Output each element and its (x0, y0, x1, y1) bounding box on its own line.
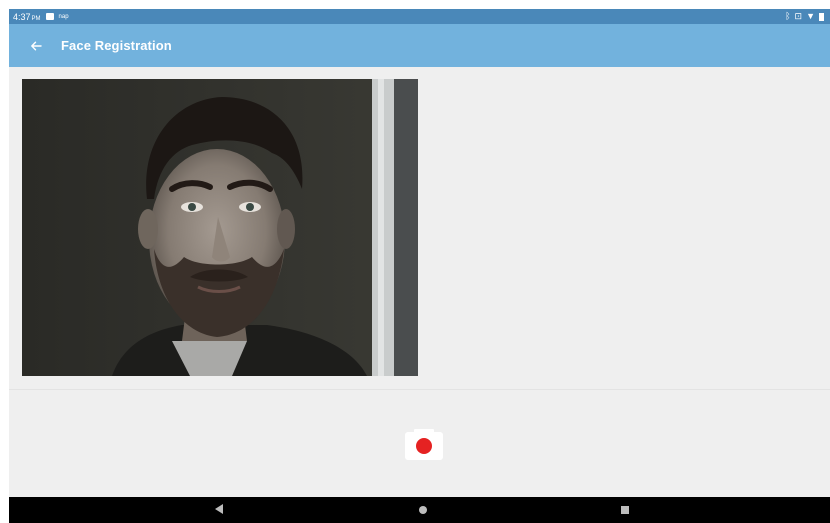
status-time: 4:37PM (13, 12, 41, 22)
camera-record-icon (405, 429, 443, 460)
bottom-controls (9, 389, 830, 497)
camera-preview (22, 79, 418, 376)
app-bar: Face Registration (9, 24, 830, 67)
page-title: Face Registration (61, 38, 172, 53)
status-time-value: 4:37 (13, 11, 31, 22)
battery-icon (819, 12, 824, 21)
back-button[interactable] (18, 28, 54, 64)
nap-icon: nap (58, 13, 69, 20)
image-icon (45, 13, 54, 20)
camera-feed-image (22, 79, 418, 376)
device-screen: 4:37PM nap ᛒ ⊡ ▼ Face Registration (9, 9, 830, 523)
nav-home-button[interactable] (419, 506, 427, 514)
status-left: 4:37PM nap (13, 12, 69, 22)
nav-back-button[interactable] (215, 504, 224, 517)
nav-recents-button[interactable] (621, 506, 629, 514)
navigation-bar (9, 497, 830, 523)
main-content (9, 67, 830, 389)
wifi-icon: ▼ (806, 11, 815, 21)
status-right: ᛒ ⊡ ▼ (785, 12, 824, 21)
vibrate-icon: ⊡ (794, 11, 803, 21)
bluetooth-icon: ᛒ (785, 11, 791, 21)
arrow-left-icon (31, 41, 42, 50)
triangle-back-icon (215, 504, 223, 514)
capture-button[interactable] (405, 428, 443, 460)
status-bar: 4:37PM nap ᛒ ⊡ ▼ (9, 9, 830, 24)
status-ampm: PM (31, 15, 41, 22)
